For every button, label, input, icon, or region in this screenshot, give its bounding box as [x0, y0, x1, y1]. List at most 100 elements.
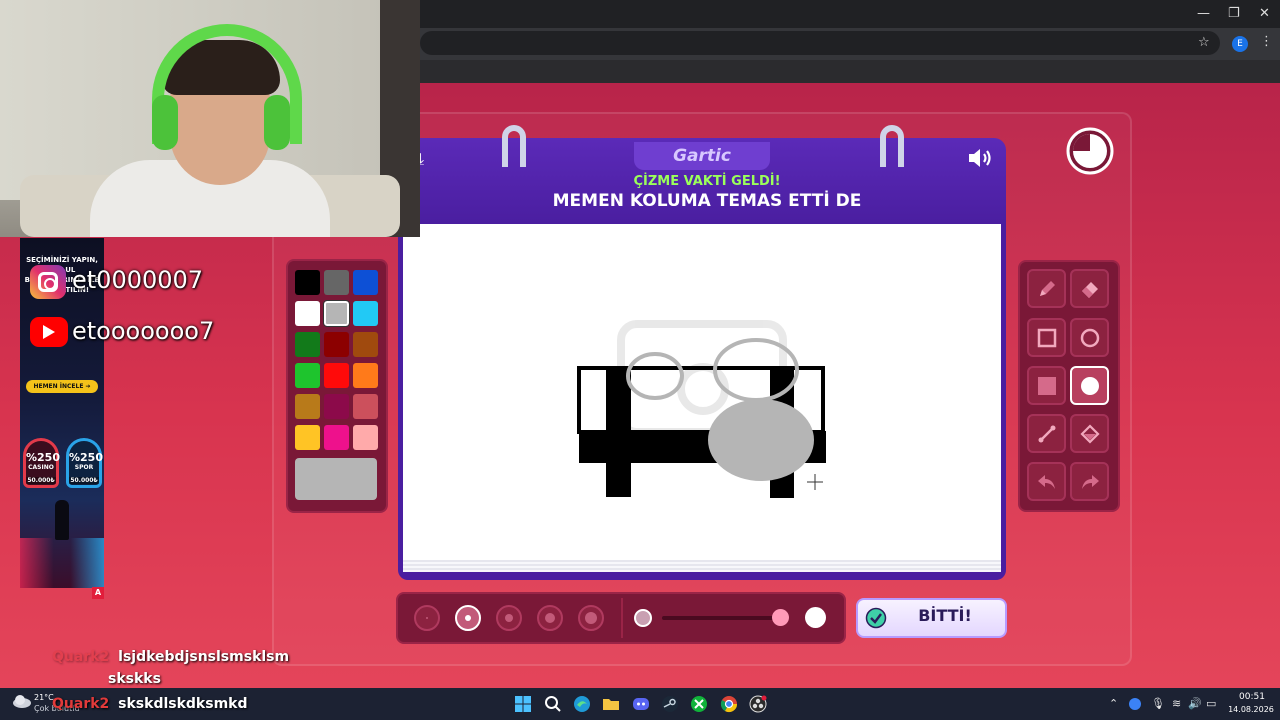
- ad-cta-button[interactable]: HEMEN İNCELE ➔: [26, 380, 98, 393]
- chat-text: skskks: [108, 671, 161, 687]
- pencil-tool-button[interactable]: [1027, 269, 1066, 308]
- chrome-icon[interactable]: [720, 695, 738, 713]
- fill-bucket-icon: [1079, 423, 1100, 444]
- ad-casino-pct: %250: [26, 451, 60, 464]
- color-swatch[interactable]: [324, 270, 349, 295]
- youtube-handle: etooooooo7: [72, 317, 215, 345]
- tray-app-icon[interactable]: [1128, 697, 1142, 711]
- color-swatch[interactable]: [324, 332, 349, 357]
- instagram-handle: et0000007: [72, 266, 204, 294]
- chat-message-3: Quark2 skskdlskdksmkd: [52, 696, 248, 712]
- clock-date[interactable]: 14.08.2026: [1226, 705, 1276, 714]
- brush-size-dot: [465, 615, 471, 621]
- line-tool-button[interactable]: [1027, 414, 1066, 453]
- profile-avatar[interactable]: E: [1232, 36, 1248, 52]
- wifi-icon[interactable]: ≋: [1172, 697, 1181, 710]
- current-color-preview: [295, 458, 377, 500]
- drawn-ellipse-filled: [708, 399, 814, 481]
- headset-earcup-right: [264, 95, 290, 150]
- color-swatch[interactable]: [295, 270, 320, 295]
- brush-size-dot: [545, 613, 555, 623]
- color-swatch[interactable]: [295, 425, 320, 450]
- color-swatch[interactable]: [324, 363, 349, 388]
- brush-size-button[interactable]: [496, 605, 522, 631]
- fill-tool-button[interactable]: [1070, 414, 1109, 453]
- ad-casino-badge: %250 CASINO 50.000₺: [23, 438, 60, 488]
- clock-time[interactable]: 00:51: [1230, 692, 1274, 702]
- undo-button[interactable]: [1027, 462, 1066, 501]
- search-icon[interactable]: [544, 695, 562, 713]
- ad-casino-amount: 50.000₺: [26, 477, 56, 484]
- tray-expand-icon[interactable]: ⌃: [1109, 697, 1118, 710]
- rectangle-tool-button[interactable]: [1027, 318, 1066, 357]
- color-swatch[interactable]: [295, 301, 320, 326]
- redo-button[interactable]: [1070, 462, 1109, 501]
- color-swatch[interactable]: [353, 425, 378, 450]
- chat-message-2: skskks: [108, 671, 161, 687]
- brush-size-button[interactable]: [578, 605, 604, 631]
- phase-label: ÇİZME VAKTİ GELDİ!: [633, 174, 781, 189]
- headset-earcup-left: [152, 95, 178, 150]
- filled-ellipse-tool-button[interactable]: [1070, 366, 1109, 405]
- filled-rectangle-tool-button[interactable]: [1027, 366, 1066, 405]
- gartic-logo: Gartic: [634, 142, 770, 170]
- browser-menu-icon[interactable]: ⋮: [1260, 34, 1273, 49]
- color-swatch[interactable]: [295, 394, 320, 419]
- color-swatch[interactable]: [324, 425, 349, 450]
- square-filled-icon: [1037, 376, 1056, 395]
- minimize-button[interactable]: —: [1197, 6, 1210, 21]
- check-badge-icon: [865, 607, 887, 629]
- done-button-label: BİTTİ!: [918, 606, 972, 625]
- color-swatch-selected[interactable]: [323, 300, 350, 327]
- speaker-icon[interactable]: [967, 146, 995, 170]
- webcam-overlay: [0, 0, 420, 237]
- obs-icon[interactable]: [749, 695, 767, 713]
- opacity-slider-handle[interactable]: [771, 609, 789, 626]
- ellipse-tool-button[interactable]: [1070, 318, 1109, 357]
- brush-size-button[interactable]: [455, 605, 481, 631]
- color-swatch[interactable]: [353, 301, 378, 326]
- color-swatch[interactable]: [295, 363, 320, 388]
- ad-light-beam: [20, 538, 104, 588]
- line-icon: [1038, 425, 1055, 442]
- file-explorer-icon[interactable]: [602, 695, 620, 713]
- circle-outline-icon: [1080, 328, 1099, 347]
- timer-icon: [1066, 127, 1114, 175]
- chat-text: skskdlskdksmkd: [118, 696, 248, 712]
- color-swatch[interactable]: [353, 363, 378, 388]
- xbox-icon[interactable]: [690, 695, 708, 713]
- edge-browser-icon[interactable]: [573, 695, 591, 713]
- ad-spor-label: SPOR: [74, 464, 94, 471]
- binder-ring-right: [880, 125, 904, 167]
- color-swatch[interactable]: [353, 394, 378, 419]
- instagram-icon: [30, 265, 66, 299]
- opacity-slider[interactable]: [662, 616, 786, 620]
- circle-filled-icon: [1080, 376, 1099, 395]
- color-swatch[interactable]: [295, 332, 320, 357]
- maximize-button[interactable]: ❐: [1228, 6, 1240, 21]
- drawing-strokes: [577, 320, 826, 498]
- youtube-icon: [30, 317, 68, 347]
- drawn-leg-left: [606, 366, 631, 497]
- opacity-max-icon: [805, 607, 826, 628]
- volume-icon[interactable]: 🔊: [1188, 697, 1202, 710]
- windows-start-icon[interactable]: [514, 695, 532, 713]
- discord-icon[interactable]: [632, 695, 650, 713]
- color-swatch[interactable]: [324, 394, 349, 419]
- eraser-tool-button[interactable]: [1070, 269, 1109, 308]
- address-bar[interactable]: [420, 31, 1220, 55]
- steam-icon[interactable]: [661, 695, 679, 713]
- chat-message-1: Quark2 lsjdkebdjsnslsmsklsm: [52, 649, 289, 665]
- battery-icon[interactable]: ▭: [1206, 697, 1216, 710]
- bookmark-star-icon[interactable]: ☆: [1198, 35, 1210, 50]
- close-window-button[interactable]: ✕: [1259, 6, 1270, 21]
- brush-size-button[interactable]: [414, 605, 440, 631]
- ad-spor-pct: %250: [69, 451, 103, 464]
- ad-casino-label: CASINO: [28, 464, 54, 471]
- color-swatch[interactable]: [353, 270, 378, 295]
- microphone-icon[interactable]: 🎙: [1151, 697, 1165, 710]
- ad-corner-badge[interactable]: A: [92, 587, 104, 599]
- crosshair-cursor-icon: [807, 474, 823, 490]
- brush-size-button[interactable]: [537, 605, 563, 631]
- color-swatch[interactable]: [353, 332, 378, 357]
